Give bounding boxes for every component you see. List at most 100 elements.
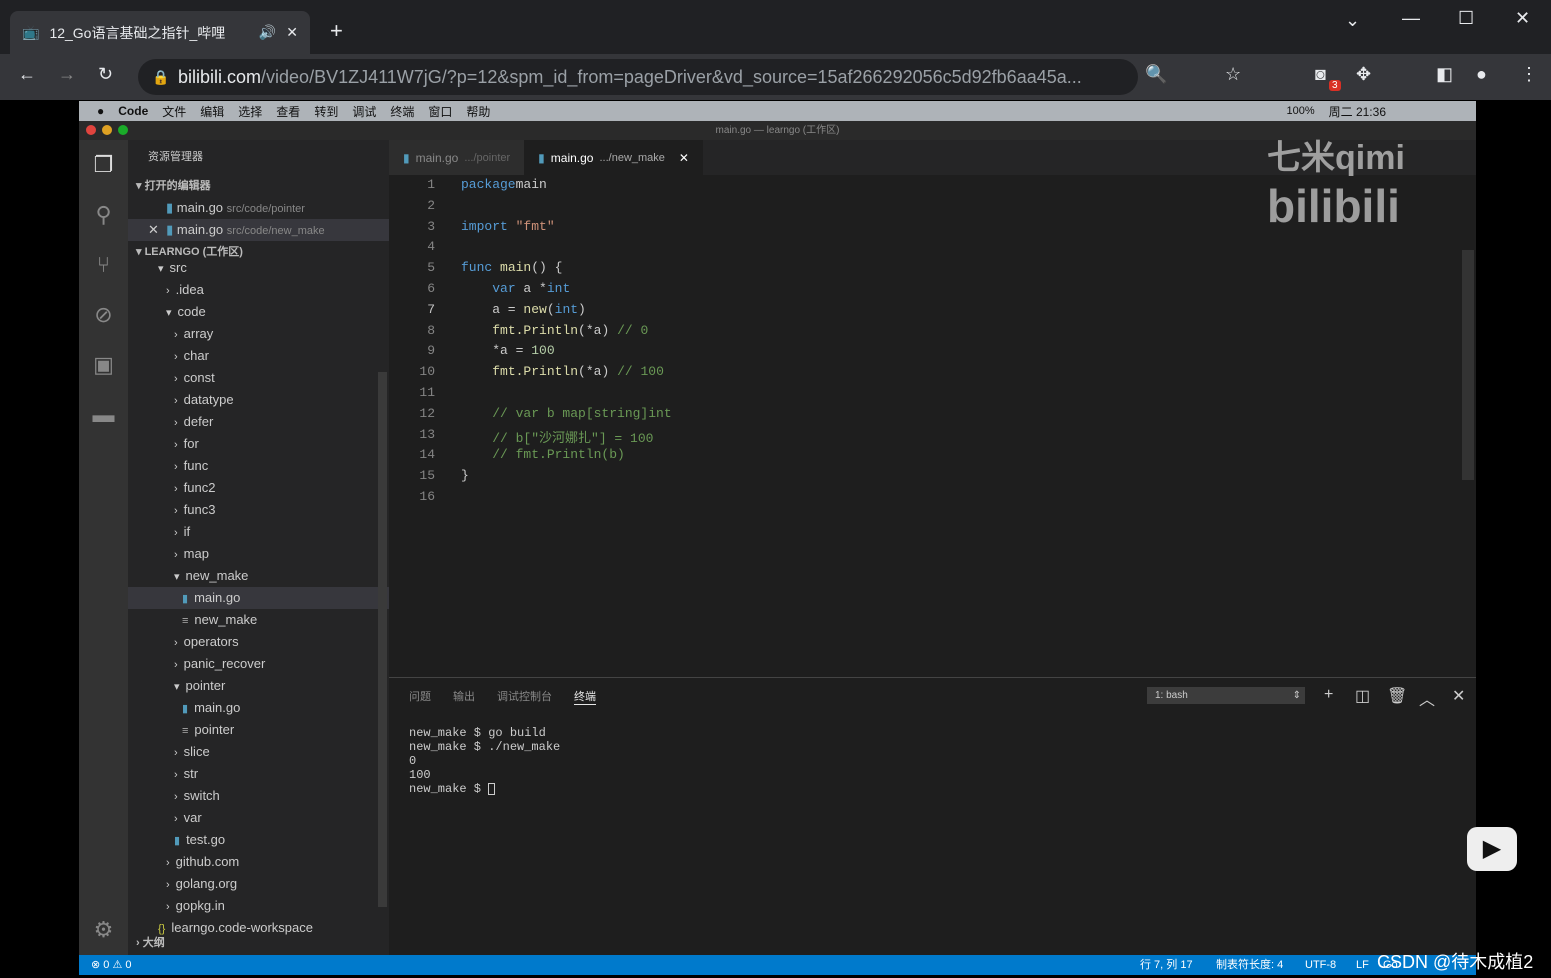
- tree-item[interactable]: ≡ pointer: [128, 719, 389, 741]
- explorer-icon[interactable]: ❐: [79, 140, 128, 190]
- url-bar[interactable]: 🔒 bilibili.com/video/BV1ZJ411W7jG/?p=12&…: [138, 59, 1138, 95]
- tab-pointer-main-go[interactable]: ▮ main.go .../pointer: [389, 140, 525, 175]
- gear-icon[interactable]: ⚙: [79, 905, 128, 955]
- tree-item[interactable]: › map: [128, 543, 389, 565]
- back-icon[interactable]: ←: [18, 64, 36, 85]
- forward-icon[interactable]: →: [58, 64, 76, 85]
- tree-item[interactable]: › char: [128, 345, 389, 367]
- play-icon[interactable]: ▶: [1467, 827, 1517, 871]
- menu-icon[interactable]: ⋮: [1520, 64, 1538, 85]
- puzzle-icon[interactable]: ✥: [1356, 64, 1371, 85]
- menu-go[interactable]: 转到: [314, 103, 338, 120]
- source-control-icon[interactable]: ⑂: [79, 240, 128, 290]
- bookmark-star-icon[interactable]: ☆: [1225, 64, 1241, 85]
- encoding[interactable]: UTF-8: [1305, 955, 1336, 975]
- tree-item[interactable]: › datatype: [128, 389, 389, 411]
- terminal-select[interactable]: 1: bash ⇕: [1147, 687, 1305, 704]
- tree-item[interactable]: › if: [128, 521, 389, 543]
- tree-item[interactable]: ▾ new_make: [128, 565, 389, 587]
- line-number: 1: [427, 177, 435, 192]
- sidebar-scrollbar[interactable]: [378, 372, 387, 907]
- tree-item[interactable]: ≡ new_make: [128, 609, 389, 631]
- tree-item[interactable]: ▮ main.go: [128, 587, 389, 609]
- close-window-button[interactable]: ✕: [1515, 8, 1530, 29]
- code-token: new: [523, 301, 547, 317]
- tree-item[interactable]: › func: [128, 455, 389, 477]
- minimize-button[interactable]: —: [1402, 8, 1420, 29]
- tree-item[interactable]: › switch: [128, 785, 389, 807]
- tree-item[interactable]: › panic_recover: [128, 653, 389, 675]
- debug-icon[interactable]: ⊘: [79, 290, 128, 340]
- tab-debug-console[interactable]: 调试控制台: [497, 688, 552, 705]
- tree-item[interactable]: › gopkg.in: [128, 895, 389, 917]
- profile-icon[interactable]: ●: [1476, 64, 1487, 85]
- tree-item[interactable]: › array: [128, 323, 389, 345]
- side-panel-icon[interactable]: ◧: [1436, 64, 1453, 85]
- extension-icon[interactable]: ◙: [1315, 64, 1326, 85]
- tree-item[interactable]: ▾ src: [128, 257, 389, 279]
- menu-edit[interactable]: 编辑: [200, 103, 224, 120]
- tree-item[interactable]: › str: [128, 763, 389, 785]
- extensions-icon[interactable]: ▣: [79, 340, 128, 390]
- tree-item[interactable]: ▮ test.go: [128, 829, 389, 851]
- tab-terminal[interactable]: 终端: [574, 688, 596, 705]
- tree-item[interactable]: › const: [128, 367, 389, 389]
- reload-icon[interactable]: ↻: [98, 64, 113, 85]
- browser-tab[interactable]: 📺 12_Go语言基础之指针_哔哩 🔊 ✕: [10, 11, 310, 54]
- open-editor-item[interactable]: ▮ main.go src/code/pointer: [128, 197, 389, 219]
- menu-help[interactable]: 帮助: [466, 103, 490, 120]
- minimize-dot[interactable]: [102, 125, 112, 135]
- tree-item[interactable]: ▾ code: [128, 301, 389, 323]
- tab-problems[interactable]: 问题: [409, 688, 431, 705]
- cursor-position[interactable]: 行 7, 列 17: [1140, 955, 1193, 975]
- trash-icon[interactable]: 🗑: [1387, 686, 1407, 706]
- zoom-dot[interactable]: [118, 125, 128, 135]
- terminal-output[interactable]: new_make $ go build new_make $ ./new_mak…: [409, 726, 560, 796]
- code-area[interactable]: 1 packagemain 2 3 import "fmt" 4 5 func main() …: [389, 175, 1476, 675]
- maximize-panel-icon[interactable]: ︿: [1419, 686, 1435, 710]
- close-tab-icon[interactable]: ✕: [286, 24, 298, 41]
- tree-item[interactable]: › slice: [128, 741, 389, 763]
- tree-item[interactable]: › github.com: [128, 851, 389, 873]
- menu-debug[interactable]: 调试: [352, 103, 376, 120]
- tree-item[interactable]: ▮ main.go: [128, 697, 389, 719]
- errors-indicator[interactable]: ⊗ 0 ⚠ 0: [91, 959, 132, 971]
- menu-selection[interactable]: 选择: [238, 103, 262, 120]
- tree-item[interactable]: › golang.org: [128, 873, 389, 895]
- tab-search-icon[interactable]: ⌄: [1345, 10, 1360, 31]
- open-editor-item[interactable]: ✕ ▮ main.go src/code/new_make: [128, 219, 389, 241]
- line-ending[interactable]: LF: [1356, 955, 1369, 975]
- outline-section[interactable]: › 大纲: [128, 932, 165, 954]
- tree-item[interactable]: › defer: [128, 411, 389, 433]
- menu-window[interactable]: 窗口: [428, 103, 452, 120]
- add-terminal-icon[interactable]: +: [1324, 686, 1333, 704]
- tree-item[interactable]: › func3: [128, 499, 389, 521]
- tab-size[interactable]: 制表符长度: 4: [1216, 955, 1283, 975]
- search-icon[interactable]: ⚲: [79, 190, 128, 240]
- tree-item[interactable]: › .idea: [128, 279, 389, 301]
- new-tab-button[interactable]: +: [330, 18, 343, 44]
- tree-item[interactable]: {} learngo.code-workspace: [128, 917, 389, 939]
- close-dot[interactable]: [86, 125, 96, 135]
- editor-scrollbar[interactable]: [1462, 250, 1474, 480]
- tree-item[interactable]: ▾ pointer: [128, 675, 389, 697]
- close-tab-icon[interactable]: ✕: [679, 151, 689, 165]
- audio-icon[interactable]: 🔊: [259, 24, 276, 41]
- open-editors-section[interactable]: ▾ 打开的编辑器: [128, 175, 389, 197]
- menu-file[interactable]: 文件: [162, 103, 186, 120]
- tree-item-label: slice: [183, 744, 210, 759]
- tree-item[interactable]: › var: [128, 807, 389, 829]
- menu-view[interactable]: 查看: [276, 103, 300, 120]
- tree-item[interactable]: › func2: [128, 477, 389, 499]
- split-terminal-icon[interactable]: ◫: [1355, 686, 1370, 706]
- menu-terminal[interactable]: 终端: [390, 103, 414, 120]
- tab-new-make-main-go[interactable]: ▮ main.go .../new_make ✕: [524, 140, 703, 175]
- tree-item[interactable]: › operators: [128, 631, 389, 653]
- maximize-button[interactable]: ☐: [1458, 8, 1474, 29]
- zoom-icon[interactable]: 🔍: [1145, 64, 1167, 85]
- folder-icon[interactable]: ▬: [79, 390, 128, 440]
- tree-item[interactable]: › for: [128, 433, 389, 455]
- menu-code[interactable]: Code: [118, 104, 148, 118]
- close-panel-icon[interactable]: ✕: [1452, 686, 1465, 706]
- tab-output[interactable]: 输出: [453, 688, 475, 705]
